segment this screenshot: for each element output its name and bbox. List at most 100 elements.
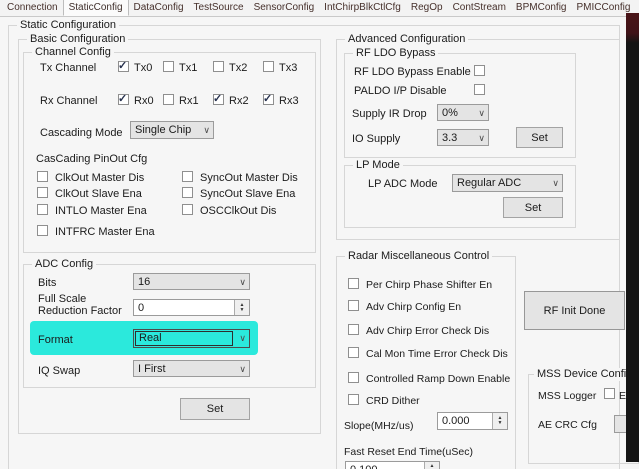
clkout-slave-ena-label: ClkOut Slave Ena xyxy=(55,188,142,200)
rx0-label: Rx0 xyxy=(134,95,154,107)
down-arrow-icon[interactable]: ▼ xyxy=(498,421,503,426)
tab-bpmconfig[interactable]: BPMConfig xyxy=(511,0,572,16)
spinner-arrows[interactable]: ▲▼ xyxy=(234,300,249,315)
paldo-ip-disable-checkbox[interactable] xyxy=(474,84,485,95)
bits-value: 16 xyxy=(138,276,151,288)
intfrc-master-ena-checkbox[interactable] xyxy=(37,225,48,236)
tx-channel-label: Tx Channel xyxy=(40,62,97,74)
lp-adc-mode-dropdown[interactable]: Regular ADC ∨ xyxy=(452,174,563,192)
syncout-master-dis-checkbox[interactable] xyxy=(182,171,193,182)
full-scale-label-line2: Reduction Factor xyxy=(38,305,122,317)
rx1-checkbox[interactable] xyxy=(163,94,174,105)
syncout-slave-ena-label: SyncOut Slave Ena xyxy=(200,188,296,200)
lp-adc-mode-value: Regular ADC xyxy=(457,177,522,189)
syncout-slave-ena-checkbox[interactable] xyxy=(182,187,193,198)
mss-logger-label: MSS Logger xyxy=(538,390,597,402)
down-arrow-icon[interactable]: ▼ xyxy=(240,307,245,313)
tx1-checkbox[interactable] xyxy=(163,61,174,72)
chevron-down-icon: ∨ xyxy=(552,178,559,188)
tab-regop[interactable]: RegOp xyxy=(406,0,448,16)
format-dropdown[interactable]: Real ∨ xyxy=(133,329,250,348)
tx0-checkbox[interactable] xyxy=(118,59,129,72)
iq-swap-dropdown[interactable]: I First ∨ xyxy=(133,360,250,377)
tx1-label: Tx1 xyxy=(179,62,198,74)
adv-chirp-config-en-checkbox[interactable] xyxy=(348,300,359,311)
tx2-checkbox[interactable] xyxy=(213,61,224,72)
advanced-configuration-title: Advanced Configuration xyxy=(345,33,469,46)
cascading-mode-dropdown[interactable]: Single Chip ∨ xyxy=(130,121,214,139)
window-edge-strip xyxy=(626,13,639,462)
supply-ir-drop-value: 0% xyxy=(442,107,458,119)
rf-ldo-bypass-enable-checkbox[interactable] xyxy=(474,65,485,76)
intfrc-master-ena-label: INTFRC Master Ena xyxy=(55,226,155,238)
slope-label: Slope(MHz/us) xyxy=(344,420,414,432)
supply-ir-drop-dropdown[interactable]: 0% ∨ xyxy=(437,104,489,121)
controlled-ramp-down-enable-checkbox[interactable] xyxy=(348,372,359,383)
tab-dataconfig[interactable]: DataConfig xyxy=(129,0,189,16)
clkout-master-dis-label: ClkOut Master Dis xyxy=(55,172,145,184)
channel-config-title: Channel Config xyxy=(32,46,114,59)
adv-chirp-error-check-dis-label: Adv Chirp Error Check Dis xyxy=(366,325,490,337)
iq-swap-value: I First xyxy=(138,363,166,375)
intlo-master-ena-label: INTLO Master Ena xyxy=(55,205,147,217)
per-chirp-phase-shifter-checkbox[interactable] xyxy=(348,278,359,289)
bits-dropdown[interactable]: 16 ∨ xyxy=(133,273,250,290)
cal-mon-time-error-check-dis-checkbox[interactable] xyxy=(348,347,359,358)
clkout-master-dis-checkbox[interactable] xyxy=(37,171,48,182)
syncout-master-dis-label: SyncOut Master Dis xyxy=(200,172,298,184)
intlo-master-ena-checkbox[interactable] xyxy=(37,204,48,215)
tx2-label: Tx2 xyxy=(229,62,248,74)
rf-init-done-button[interactable]: RF Init Done xyxy=(524,291,625,330)
crd-dither-label: CRD Dither xyxy=(366,395,420,407)
rx-channel-label: Rx Channel xyxy=(40,95,98,107)
chevron-down-icon: ∨ xyxy=(239,333,246,343)
lp-adc-mode-label: LP ADC Mode xyxy=(368,178,438,190)
supply-ir-drop-label: Supply IR Drop xyxy=(352,108,427,120)
tx0-label: Tx0 xyxy=(134,62,153,74)
mss-device-configuration-title: MSS Device Configuration xyxy=(534,368,639,381)
tab-staticconfig[interactable]: StaticConfig xyxy=(62,0,129,16)
rx0-checkbox[interactable] xyxy=(118,92,129,105)
io-supply-dropdown[interactable]: 3.3 ∨ xyxy=(437,129,489,146)
cascading-mode-value: Single Chip xyxy=(135,124,192,136)
lp-mode-set-button[interactable]: Set xyxy=(503,197,563,218)
radar-misc-control-title: Radar Miscellaneous Control xyxy=(345,250,493,263)
io-supply-label: IO Supply xyxy=(352,133,401,145)
adv-chirp-error-check-dis-checkbox[interactable] xyxy=(348,324,359,335)
format-value: Real xyxy=(139,332,162,344)
tab-intchirpblkctlcfg[interactable]: IntChirpBlkCtlCfg xyxy=(319,0,406,16)
ae-crc-cfg-label: AE CRC Cfg xyxy=(538,419,597,431)
rx2-label: Rx2 xyxy=(229,95,249,107)
tx3-checkbox[interactable] xyxy=(263,61,274,72)
crd-dither-checkbox[interactable] xyxy=(348,394,359,405)
spinner-arrows[interactable]: ▲▼ xyxy=(424,462,439,469)
cascading-pinout-title: CasCading PinOut Cfg xyxy=(36,153,148,165)
rf-ldo-set-button[interactable]: Set xyxy=(516,127,563,148)
tab-sensorconfig[interactable]: SensorConfig xyxy=(249,0,320,16)
rx3-checkbox[interactable] xyxy=(263,92,274,105)
fast-reset-end-time-spinner[interactable]: 0.100 ▲▼ xyxy=(345,461,440,469)
rx2-checkbox[interactable] xyxy=(213,92,224,105)
slope-spinner[interactable]: 0.000 ▲ ▼ xyxy=(437,412,508,430)
full-scale-reduction-spinner[interactable]: 0 ▲ ▼ xyxy=(133,299,250,316)
mss-logger-checkbox[interactable] xyxy=(604,388,615,399)
clkout-slave-ena-checkbox[interactable] xyxy=(37,187,48,198)
spinner-arrows[interactable]: ▲▼ xyxy=(492,413,507,429)
io-supply-value: 3.3 xyxy=(442,132,458,144)
oscclkout-dis-checkbox[interactable] xyxy=(182,204,193,215)
full-scale-label-line1: Full Scale xyxy=(38,293,87,305)
tab-testsource[interactable]: TestSource xyxy=(189,0,249,16)
tab-contstream[interactable]: ContStream xyxy=(448,0,511,16)
tx3-label: Tx3 xyxy=(279,62,298,74)
slope-value: 0.000 xyxy=(442,415,470,427)
static-config-window: Connection StaticConfig DataConfig TestS… xyxy=(0,0,639,469)
rx1-label: Rx1 xyxy=(179,95,199,107)
basic-set-button[interactable]: Set xyxy=(180,398,250,420)
oscclkout-dis-label: OSCClkOut Dis xyxy=(200,205,277,217)
rx3-label: Rx3 xyxy=(279,95,299,107)
lp-mode-title: LP Mode xyxy=(353,159,403,172)
fast-reset-end-time-value: 0.100 xyxy=(350,464,378,469)
tab-connection[interactable]: Connection xyxy=(2,0,63,16)
tab-bar: Connection StaticConfig DataConfig TestS… xyxy=(0,0,639,17)
static-configuration-title: Static Configuration xyxy=(17,19,119,32)
